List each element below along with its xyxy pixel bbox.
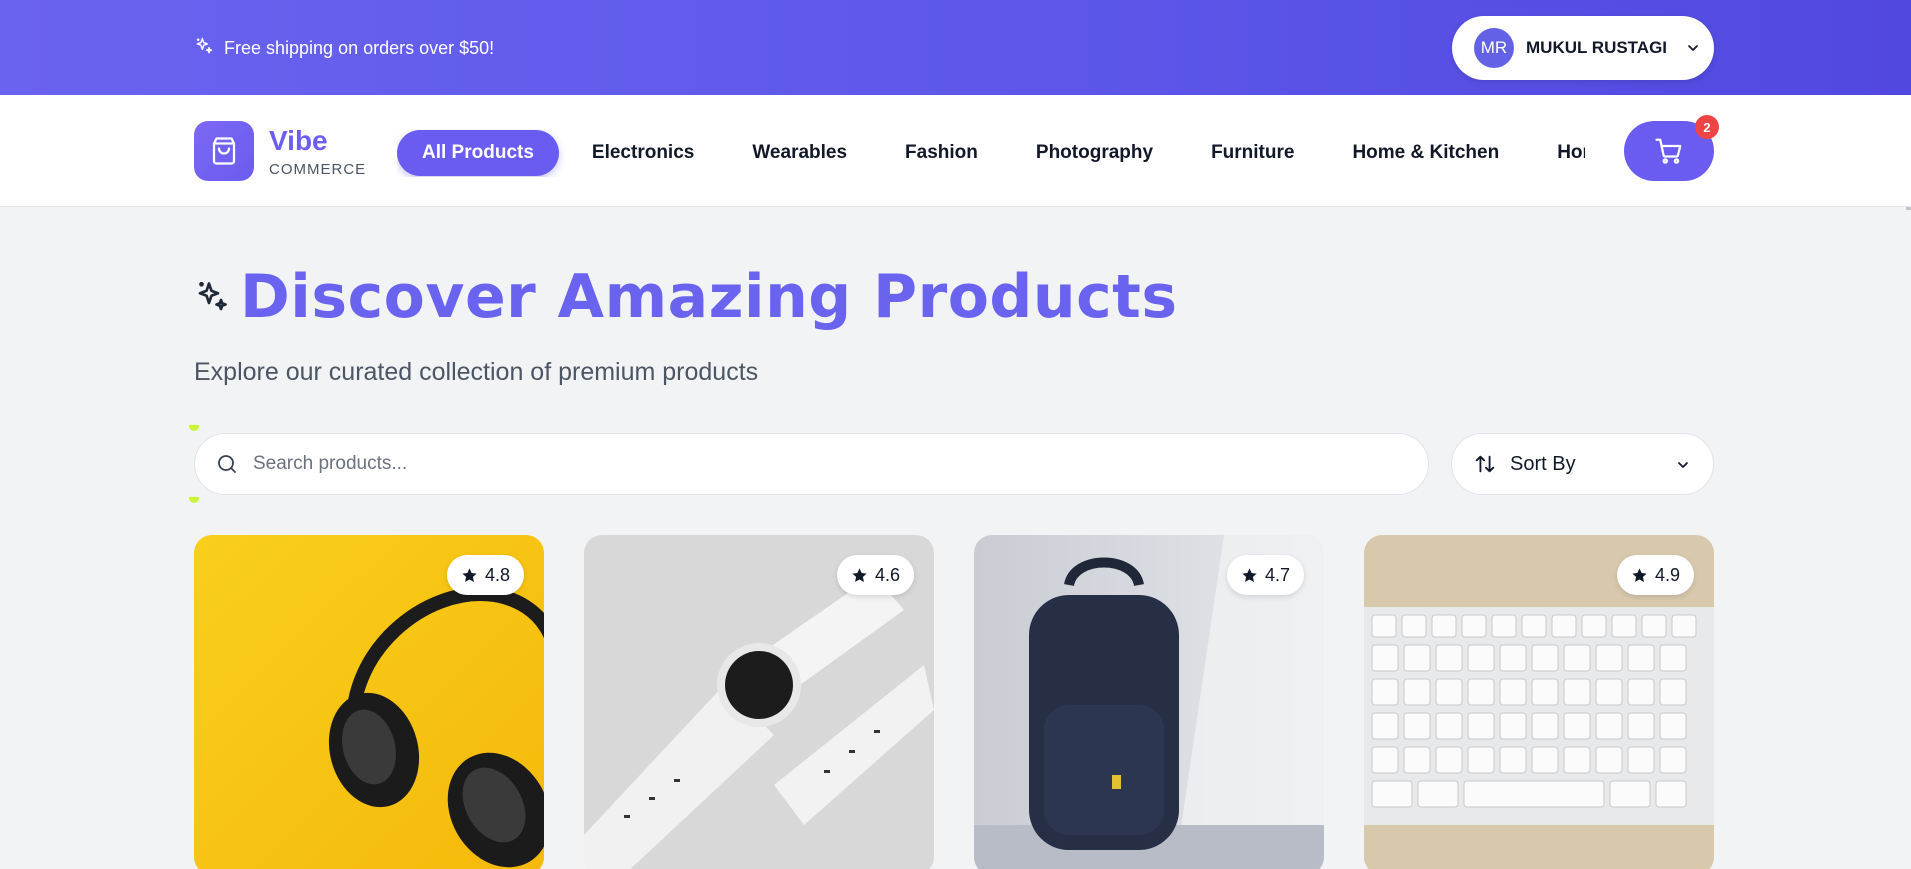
promo-bar: Free shipping on orders over $50! MR MUK… [0, 0, 1911, 95]
rating-value: 4.6 [874, 564, 900, 585]
star-icon [462, 567, 477, 582]
category-tabs: All Products Electronics Wearables Fashi… [397, 129, 1585, 177]
search-input[interactable] [253, 453, 1353, 475]
cart-icon [1655, 138, 1682, 164]
sort-arrows-icon [1475, 455, 1495, 473]
search-icon [218, 455, 236, 473]
product-card[interactable]: 4.8 [194, 535, 544, 869]
tab-home-kitchen[interactable]: Home & Kitchen [1327, 130, 1524, 176]
cart-count-badge: 2 [1695, 115, 1719, 139]
brand-tagline: COMMERCE [269, 160, 367, 178]
decorative-dot [189, 425, 199, 431]
tab-wearables[interactable]: Wearables [727, 130, 872, 176]
rating-value: 4.9 [1654, 564, 1680, 585]
tab-photography[interactable]: Photography [1011, 130, 1178, 176]
rating-value: 4.7 [1264, 564, 1290, 585]
search-bar [194, 433, 1429, 495]
rating-badge: 4.7 [1226, 555, 1304, 595]
page-title: Discover Amazing Products [194, 262, 1178, 332]
user-menu-button[interactable]: MR MUKUL RUSTAGI [1452, 16, 1714, 80]
brand-name: Vibe [269, 124, 328, 156]
tab-fashion[interactable]: Fashion [880, 130, 1003, 176]
brand-logo[interactable]: Vibe COMMERCE [194, 121, 366, 181]
rating-badge: 4.6 [836, 555, 914, 595]
page-subtitle: Explore our curated collection of premiu… [194, 358, 759, 386]
promo-text: Free shipping on orders over $50! [224, 38, 495, 58]
tab-all-products[interactable]: All Products [397, 130, 559, 176]
tab-home[interactable]: Home [1532, 130, 1585, 176]
product-card[interactable]: 4.7 [974, 535, 1324, 869]
chevron-down-icon [1688, 45, 1698, 51]
user-name: MUKUL RUSTAGI [1526, 38, 1668, 57]
tab-furniture[interactable]: Furniture [1186, 130, 1319, 176]
main-nav: Vibe COMMERCE All Products Electronics W… [0, 95, 1911, 207]
product-card[interactable]: 4.9 [1364, 535, 1714, 869]
sort-dropdown[interactable]: Sort By [1451, 433, 1714, 495]
product-card[interactable]: 4.6 [584, 535, 934, 869]
promo-message: Free shipping on orders over $50! [194, 36, 494, 61]
sort-label: Sort By [1510, 452, 1576, 475]
star-icon [1242, 567, 1257, 582]
chevron-down-icon [1678, 462, 1688, 468]
decorative-dot [189, 497, 199, 503]
avatar: MR [1474, 28, 1514, 68]
rating-badge: 4.8 [446, 555, 524, 595]
tab-electronics[interactable]: Electronics [567, 130, 719, 176]
star-icon [852, 567, 867, 582]
shopping-bag-icon [194, 121, 254, 181]
sparkles-icon [198, 282, 227, 311]
rating-badge: 4.9 [1616, 555, 1694, 595]
sparkles-icon [194, 36, 214, 61]
rating-value: 4.8 [484, 564, 510, 585]
page-heading: Discover Amazing Products [240, 262, 1178, 332]
star-icon [1632, 567, 1647, 582]
